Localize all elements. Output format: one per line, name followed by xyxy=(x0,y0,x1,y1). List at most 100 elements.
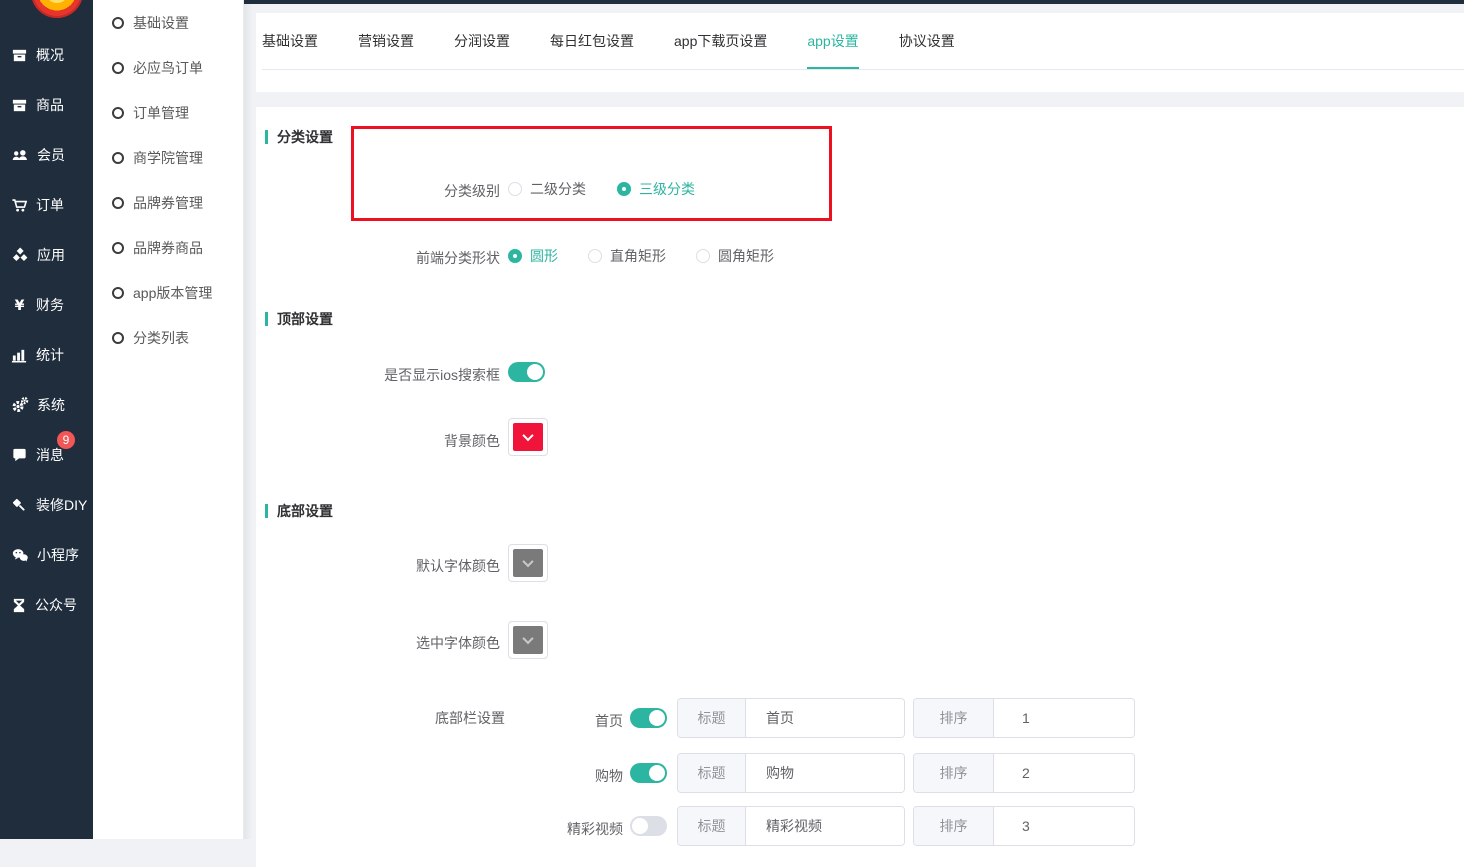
bottom-bar-sort-input[interactable] xyxy=(994,754,1134,792)
circle-icon xyxy=(112,197,124,209)
sidebar-item-miniprogram[interactable]: 小程序 xyxy=(11,545,79,565)
comment-icon xyxy=(11,447,28,464)
archive-icon xyxy=(11,47,28,64)
submenu-item-basic-settings[interactable]: 基础设置 xyxy=(112,13,189,33)
sort-prepend-label: 排序 xyxy=(914,699,994,737)
sidebar-item-system[interactable]: 系统 xyxy=(11,395,65,415)
settings-tabs-card: 基础设置 营销设置 分润设置 每日红包设置 app下载页设置 app设置 协议设… xyxy=(256,13,1464,92)
sidebar-item-label: 系统 xyxy=(37,395,65,415)
tab-marketing-settings[interactable]: 营销设置 xyxy=(358,13,414,69)
bottom-bar-title-input[interactable] xyxy=(746,754,904,792)
radio-icon xyxy=(696,249,710,263)
tab-bar: 基础设置 营销设置 分润设置 每日红包设置 app下载页设置 app设置 协议设… xyxy=(262,13,1464,70)
top-header-edge xyxy=(244,0,1464,4)
submenu-item-category-list[interactable]: 分类列表 xyxy=(112,328,189,348)
main-sidebar: 概况 商品 会员 订单 应用 ¥ 财务 统计 系统 消息 装修DIY 小程序 xyxy=(0,0,93,839)
sidebar-gap xyxy=(244,0,256,839)
sidebar-item-label: 应用 xyxy=(37,245,65,265)
chevron-down-icon xyxy=(522,430,533,441)
highlight-annotation-box xyxy=(351,126,832,221)
bottom-bar-sort-input[interactable] xyxy=(994,807,1134,845)
submenu-item-brand-coupon-goods[interactable]: 品牌券商品 xyxy=(112,238,203,258)
radio-checked-icon xyxy=(508,249,522,263)
circle-icon xyxy=(112,152,124,164)
tab-app-settings[interactable]: app设置 xyxy=(807,13,858,69)
sidebar-item-goods[interactable]: 商品 xyxy=(11,95,64,115)
bottom-bar-row-toggle[interactable] xyxy=(630,816,667,836)
sidebar-item-label: 财务 xyxy=(36,295,64,315)
circle-icon xyxy=(112,62,124,74)
sort-prepend-label: 排序 xyxy=(914,807,994,845)
sidebar-item-label: 订单 xyxy=(36,195,64,215)
submenu-item-label: 品牌券管理 xyxy=(133,193,203,213)
bottom-bar-sort-input[interactable] xyxy=(994,699,1134,737)
sub-sidebar: 基础设置 必应鸟订单 订单管理 商学院管理 品牌券管理 品牌券商品 app版本管… xyxy=(93,0,244,839)
sidebar-item-apps[interactable]: 应用 xyxy=(11,245,65,265)
sidebar-item-label: 公众号 xyxy=(35,595,77,615)
chevron-down-icon xyxy=(522,633,533,644)
bottom-bar-row-name: 精彩视频 xyxy=(523,819,623,839)
bottom-bar-title-input[interactable] xyxy=(746,807,904,845)
bottom-bar-title-input[interactable] xyxy=(746,699,904,737)
radio-shape-rounded[interactable]: 圆角矩形 xyxy=(696,248,774,264)
radio-icon xyxy=(508,182,522,196)
submenu-item-order-management[interactable]: 订单管理 xyxy=(112,103,189,123)
circle-icon xyxy=(112,332,124,344)
gears-icon xyxy=(11,396,29,414)
radio-shape-circle[interactable]: 圆形 xyxy=(508,248,558,264)
color-swatch xyxy=(513,626,543,654)
bottom-bar-row-name: 购物 xyxy=(523,766,623,786)
gavel-icon xyxy=(11,497,28,514)
radio-shape-square[interactable]: 直角矩形 xyxy=(588,248,666,264)
color-swatch xyxy=(513,549,543,577)
bg-color-picker[interactable] xyxy=(508,418,548,456)
submenu-item-label: 商学院管理 xyxy=(133,148,203,168)
tab-app-download-page[interactable]: app下载页设置 xyxy=(674,13,767,69)
tab-profit-settings[interactable]: 分润设置 xyxy=(454,13,510,69)
tab-basic-settings[interactable]: 基础设置 xyxy=(262,13,318,69)
bottom-bar-sort-group: 排序 xyxy=(913,806,1135,846)
radio-level-2[interactable]: 二级分类 xyxy=(508,181,586,197)
category-shape-label: 前端分类形状 xyxy=(330,248,500,268)
section-bar xyxy=(265,504,268,518)
hourglass-icon xyxy=(11,597,27,614)
tab-agreement-settings[interactable]: 协议设置 xyxy=(899,13,955,69)
submenu-item-label: 分类列表 xyxy=(133,328,189,348)
sidebar-item-label: 会员 xyxy=(37,145,65,165)
sidebar-item-label: 商品 xyxy=(36,95,64,115)
submenu-item-label: app版本管理 xyxy=(133,283,212,303)
bottom-bar-title-group: 标题 xyxy=(677,698,905,738)
submenu-item-bingbird-orders[interactable]: 必应鸟订单 xyxy=(112,58,203,78)
tab-daily-redpacket[interactable]: 每日红包设置 xyxy=(550,13,634,69)
submenu-item-label: 订单管理 xyxy=(133,103,189,123)
default-font-color-label: 默认字体颜色 xyxy=(330,556,500,576)
submenu-item-business-school[interactable]: 商学院管理 xyxy=(112,148,203,168)
ios-search-toggle[interactable] xyxy=(508,362,545,382)
sidebar-item-orders[interactable]: 订单 xyxy=(11,195,64,215)
yen-icon: ¥ xyxy=(11,297,28,314)
bottom-bar-row-toggle[interactable] xyxy=(630,708,667,728)
settings-form: 分类设置 分类级别 二级分类 三级分类 前端分类形状 圆形 直角矩形 圆角矩形 … xyxy=(256,107,1464,867)
circle-icon xyxy=(112,242,124,254)
section-title-top: 顶部设置 xyxy=(265,309,333,329)
submenu-item-app-version[interactable]: app版本管理 xyxy=(112,283,212,303)
radio-level-3[interactable]: 三级分类 xyxy=(617,181,695,197)
submenu-item-label: 品牌券商品 xyxy=(133,238,203,258)
sidebar-item-finance[interactable]: ¥ 财务 xyxy=(11,295,64,315)
selected-font-color-picker[interactable] xyxy=(508,621,548,659)
bottom-bar-sort-group: 排序 xyxy=(913,753,1135,793)
sidebar-item-official-account[interactable]: 公众号 xyxy=(11,595,77,615)
bottom-bar-row-toggle[interactable] xyxy=(630,763,667,783)
sidebar-item-decorate-diy[interactable]: 装修DIY xyxy=(11,495,87,515)
sidebar-item-messages[interactable]: 消息 xyxy=(11,445,64,465)
chart-icon xyxy=(11,347,28,364)
message-count-badge: 9 xyxy=(57,431,75,449)
box-icon xyxy=(11,97,28,114)
submenu-item-brand-coupon-management[interactable]: 品牌券管理 xyxy=(112,193,203,213)
sidebar-item-stats[interactable]: 统计 xyxy=(11,345,64,365)
section-bar xyxy=(265,312,268,326)
category-level-label: 分类级别 xyxy=(330,181,500,201)
sidebar-item-overview[interactable]: 概况 xyxy=(11,45,64,65)
sidebar-item-members[interactable]: 会员 xyxy=(11,145,65,165)
default-font-color-picker[interactable] xyxy=(508,544,548,582)
